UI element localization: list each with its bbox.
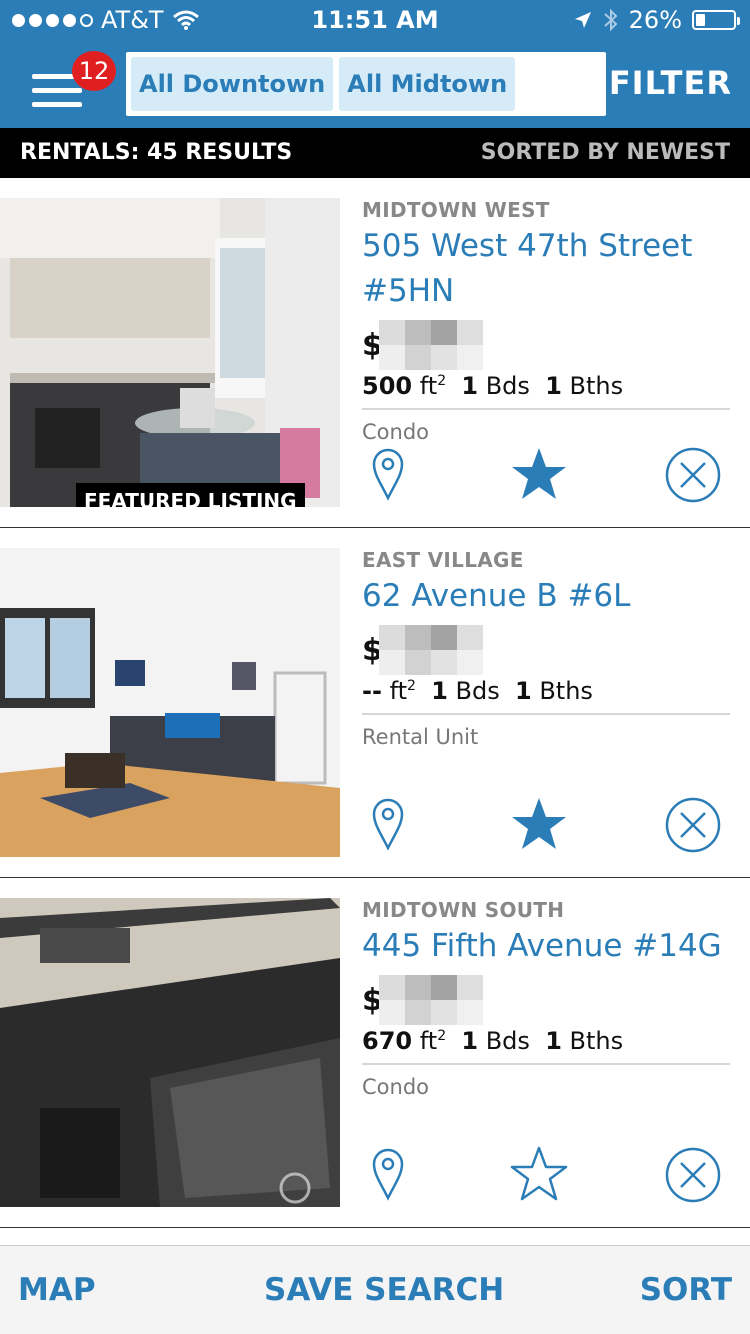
star-icon[interactable]: [510, 796, 568, 852]
listing-price: $: [362, 975, 730, 1025]
listing-address[interactable]: 62 Avenue B #6L: [362, 574, 730, 619]
neighborhood-label: MIDTOWN SOUTH: [362, 898, 565, 922]
star-icon[interactable]: [510, 446, 568, 502]
status-bar: AT&T 11:51 AM 26%: [0, 0, 750, 40]
listing-photo[interactable]: [0, 548, 340, 857]
menu-button[interactable]: 12: [20, 48, 116, 118]
price-redacted: [378, 975, 483, 1025]
bottom-toolbar: MAP SAVE SEARCH SORT: [0, 1245, 750, 1334]
map-button[interactable]: MAP: [18, 1272, 96, 1308]
results-count: RENTALS: 45 RESULTS: [20, 140, 293, 165]
property-type: Condo: [362, 420, 429, 444]
listing-price: $: [362, 320, 730, 370]
map-pin-icon[interactable]: [370, 1146, 406, 1202]
app-header: 12 All Downtown All Midtown FILTER: [0, 40, 750, 128]
sort-status: SORTED BY NEWEST: [480, 140, 730, 165]
list-item[interactable]: EAST VILLAGE 62 Avenue B #6L $ -- ft2 1 …: [0, 528, 750, 878]
location-chip-downtown[interactable]: All Downtown: [131, 57, 334, 111]
price-redacted: [378, 320, 483, 370]
listing-photo[interactable]: [0, 898, 340, 1207]
listing-specs: 500 ft2 1 Bds 1 Bths: [362, 372, 730, 410]
close-circle-icon[interactable]: [664, 796, 722, 854]
neighborhood-label: MIDTOWN WEST: [362, 198, 550, 222]
listing-address[interactable]: 445 Fifth Avenue #14G: [362, 924, 730, 969]
price-redacted: [378, 625, 483, 675]
listing-photo[interactable]: FEATURED LISTING: [0, 198, 340, 507]
listing-price: $: [362, 625, 730, 675]
notification-badge: 12: [72, 51, 116, 91]
save-search-button[interactable]: SAVE SEARCH: [264, 1272, 504, 1308]
map-pin-icon[interactable]: [370, 446, 406, 502]
search-location-input[interactable]: All Downtown All Midtown: [126, 52, 606, 116]
location-chip-midtown[interactable]: All Midtown: [339, 57, 516, 111]
property-type: Condo: [362, 1075, 429, 1099]
close-circle-icon[interactable]: [664, 1146, 722, 1204]
map-pin-icon[interactable]: [370, 796, 406, 852]
appliance-photo: [0, 898, 340, 1207]
listing-address[interactable]: 505 West 47th Street #5HN: [362, 224, 730, 314]
property-type: Rental Unit: [362, 725, 479, 749]
list-item[interactable]: FEATURED LISTING MIDTOWN WEST 505 West 4…: [0, 178, 750, 528]
location-arrow-icon: [574, 12, 591, 28]
listing-specs: 670 ft2 1 Bds 1 Bths: [362, 1027, 730, 1065]
bluetooth-icon: [603, 8, 618, 32]
featured-badge: FEATURED LISTING: [76, 483, 305, 507]
filter-button[interactable]: FILTER: [609, 64, 732, 102]
neighborhood-label: EAST VILLAGE: [362, 548, 524, 572]
close-circle-icon[interactable]: [664, 446, 722, 504]
sort-button[interactable]: SORT: [640, 1272, 732, 1308]
listing-specs: -- ft2 1 Bds 1 Bths: [362, 677, 730, 715]
battery-icon: [692, 10, 740, 30]
living-room-photo: [0, 548, 340, 857]
star-icon[interactable]: [510, 1146, 568, 1202]
kitchen-photo: [0, 198, 340, 507]
top-bar: AT&T 11:51 AM 26% 12 All Downtown All Mi…: [0, 0, 750, 128]
results-bar: RENTALS: 45 RESULTS SORTED BY NEWEST: [0, 128, 750, 178]
battery-percent: 26%: [628, 6, 682, 34]
list-item[interactable]: MIDTOWN SOUTH 445 Fifth Avenue #14G $ 67…: [0, 878, 750, 1228]
